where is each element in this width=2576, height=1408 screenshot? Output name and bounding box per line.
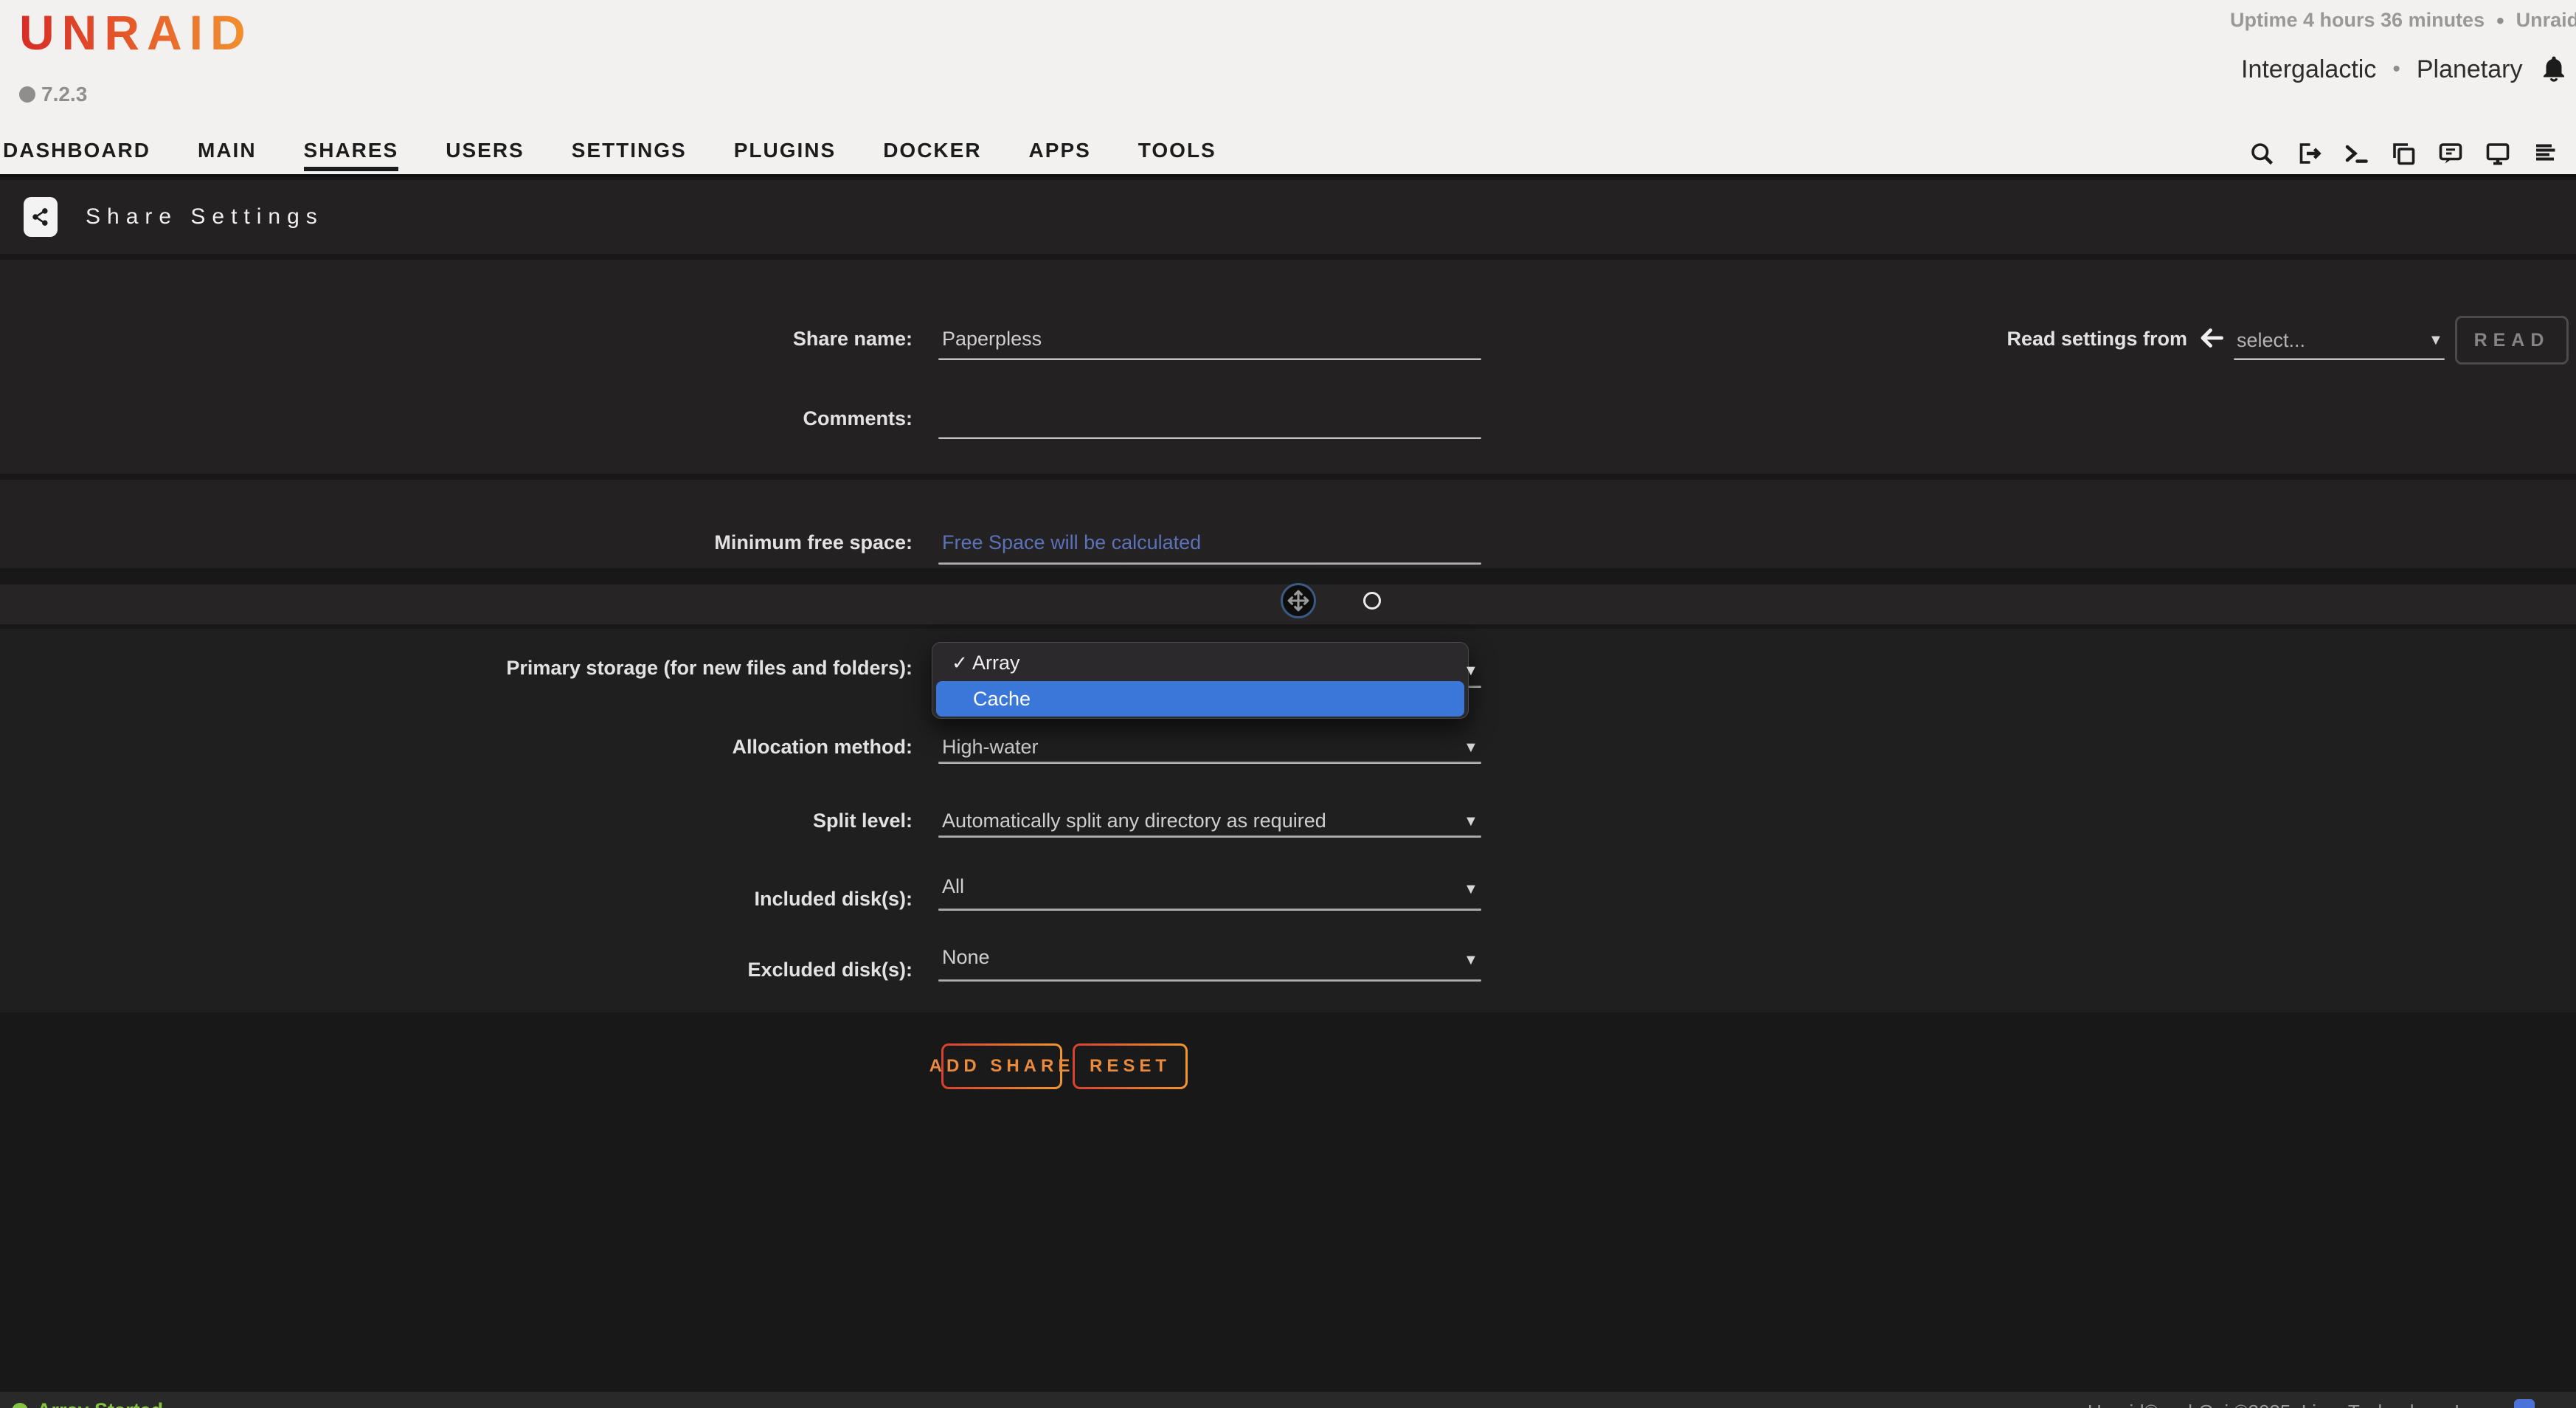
min-free-space-label: Minimum free space: xyxy=(322,531,913,554)
separator-dot: • xyxy=(2496,9,2504,34)
section-identity xyxy=(0,260,2576,474)
terminal-icon[interactable] xyxy=(2343,140,2369,167)
copy-icon[interactable] xyxy=(2390,140,2417,167)
version-number: 7.2.3 xyxy=(41,83,87,106)
section-space xyxy=(0,480,2576,568)
server-description: Planetary xyxy=(2417,55,2523,84)
server-identity: Intergalactic • Planetary xyxy=(2241,53,2576,86)
nav-item-users[interactable]: USERS xyxy=(446,139,524,171)
included-disks-label: Included disk(s): xyxy=(322,888,913,911)
read-settings-label: Read settings from xyxy=(1745,328,2187,351)
feedback-chat-icon[interactable] xyxy=(2437,140,2464,167)
unraid-logo[interactable]: UNRAID xyxy=(19,4,253,61)
share-name-input-underline xyxy=(938,358,1481,360)
allocation-method-underline xyxy=(938,762,1481,764)
footer-bar: Array Started Unraid® webGui ©2025, Lime… xyxy=(0,1392,2576,1408)
share-name-label: Share name: xyxy=(322,328,913,351)
excluded-disks-underline xyxy=(938,979,1481,981)
array-status-text: Array Started xyxy=(37,1399,163,1408)
nav-item-main[interactable]: MAIN xyxy=(198,139,257,171)
unraid-share-settings-screen: UNRAID 7.2.3 Uptime 4 hours 36 minutes •… xyxy=(0,0,2576,1408)
nav-item-apps[interactable]: APPS xyxy=(1029,139,1091,171)
chevron-down-icon: ▼ xyxy=(1464,663,1478,680)
nav-item-plugins[interactable]: PLUGINS xyxy=(734,139,836,171)
separator-dot: • xyxy=(2392,57,2400,82)
logout-icon[interactable] xyxy=(2296,140,2322,167)
server-name: Intergalactic xyxy=(2241,55,2376,84)
chevron-down-icon: ▼ xyxy=(1464,952,1478,969)
arrow-left-icon xyxy=(2197,325,2226,351)
dropdown-option-cache[interactable]: Cache xyxy=(936,681,1464,717)
add-share-button[interactable]: ADD SHARE xyxy=(941,1043,1062,1089)
chevron-down-icon: ▼ xyxy=(1464,813,1478,830)
circle-cursor-icon xyxy=(1363,592,1381,610)
allocation-method-select[interactable]: High-water xyxy=(942,736,1039,759)
monitor-icon[interactable] xyxy=(2485,140,2511,167)
move-cursor-icon xyxy=(1281,583,1316,618)
footer-copyright: Unraid® webGui ©2025, Lime Technology, I… xyxy=(2088,1401,2485,1408)
included-disks-select[interactable]: All xyxy=(942,875,964,898)
option-label: Array xyxy=(972,652,1020,674)
included-disks-underline xyxy=(938,908,1481,911)
share-icon xyxy=(24,197,58,237)
chevron-down-icon: ▼ xyxy=(2428,332,2443,349)
split-level-underline xyxy=(938,835,1481,838)
read-button[interactable]: READ xyxy=(2455,316,2569,365)
search-icon[interactable] xyxy=(2248,140,2275,167)
dropdown-option-array[interactable]: ✓ Array xyxy=(932,646,1468,680)
min-free-space-input[interactable]: Free Space will be calculated xyxy=(942,531,1201,554)
reset-button-label: RESET xyxy=(1075,1046,1185,1087)
split-level-select[interactable]: Automatically split any directory as req… xyxy=(942,810,1326,832)
os-name: Unraid OS xyxy=(2516,9,2576,34)
nav-item-docker[interactable]: DOCKER xyxy=(883,139,981,171)
notifications-bell-icon[interactable] xyxy=(2538,53,2569,86)
footer-brand-icon xyxy=(2514,1399,2535,1408)
excluded-disks-select[interactable]: None xyxy=(942,946,990,969)
page-titlebar: Share Settings xyxy=(0,180,2576,254)
reset-button[interactable]: RESET xyxy=(1073,1043,1188,1089)
log-icon[interactable] xyxy=(2532,140,2558,167)
comments-label: Comments: xyxy=(322,407,913,430)
option-label: Cache xyxy=(973,688,1031,711)
excluded-disks-label: Excluded disk(s): xyxy=(322,959,913,981)
nav-item-shares[interactable]: SHARES xyxy=(304,139,399,171)
primary-storage-label: Primary storage (for new files and folde… xyxy=(322,657,913,680)
add-share-button-label: ADD SHARE xyxy=(944,1046,1060,1087)
nav-item-settings[interactable]: SETTINGS xyxy=(572,139,687,171)
split-level-label: Split level: xyxy=(322,810,913,832)
share-name-input[interactable]: Paperpless xyxy=(942,328,1042,351)
app-header: UNRAID 7.2.3 Uptime 4 hours 36 minutes •… xyxy=(0,0,2576,177)
chevron-down-icon: ▼ xyxy=(1464,739,1478,756)
nav-utility-icons xyxy=(2248,140,2576,167)
check-icon: ✓ xyxy=(947,652,972,674)
page-title: Share Settings xyxy=(86,204,324,230)
nav-item-tools[interactable]: TOOLS xyxy=(1138,139,1216,171)
status-dot-icon xyxy=(12,1403,28,1408)
read-settings-underline xyxy=(2234,358,2445,360)
version-label: 7.2.3 xyxy=(19,83,87,106)
read-settings-select[interactable]: select... xyxy=(2237,329,2305,352)
version-dot-icon xyxy=(19,86,35,103)
min-free-space-underline xyxy=(938,562,1481,565)
uptime-text: Uptime 4 hours 36 minutes xyxy=(2230,9,2485,34)
array-status: Array Started xyxy=(12,1399,163,1408)
chevron-down-icon: ▼ xyxy=(1464,881,1478,898)
nav-item-dashboard[interactable]: DASHBOARD xyxy=(3,139,150,171)
main-navbar: DASHBOARD MAIN SHARES USERS SETTINGS PLU… xyxy=(0,139,2576,174)
allocation-method-label: Allocation method: xyxy=(322,736,913,759)
comments-input-underline xyxy=(938,437,1481,439)
nav-items: DASHBOARD MAIN SHARES USERS SETTINGS PLU… xyxy=(3,139,2576,171)
uptime-status: Uptime 4 hours 36 minutes • Unraid OS St… xyxy=(2230,9,2576,34)
primary-storage-dropdown: ✓ Array Cache xyxy=(932,642,1469,719)
